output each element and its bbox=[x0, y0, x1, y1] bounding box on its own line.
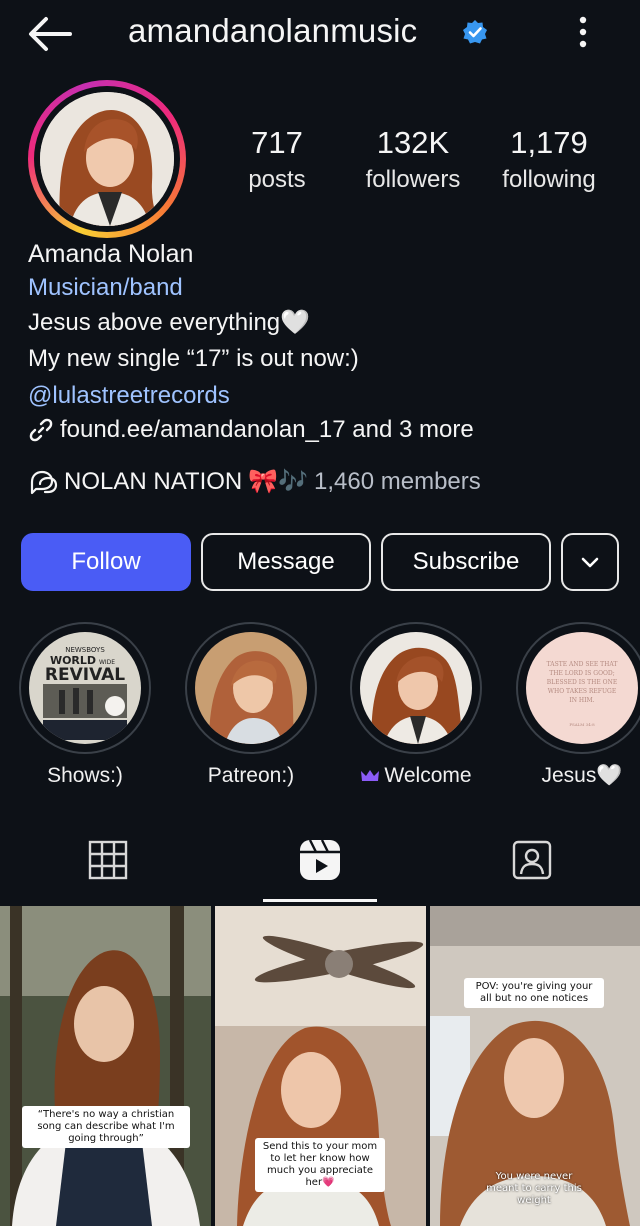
profile-display-name: Amanda Nolan bbox=[28, 240, 194, 268]
highlight-ring bbox=[350, 622, 482, 754]
reel-thumbnail[interactable]: Send this to your mom to let her know ho… bbox=[215, 906, 426, 1226]
reels-icon[interactable] bbox=[298, 838, 342, 882]
highlight-cover-verse: TASTE AND SEE THAT THE LORD IS GOOD; BLE… bbox=[526, 632, 638, 744]
reel-cover-forest bbox=[0, 906, 211, 1226]
highlight-welcome[interactable]: Welcome bbox=[349, 622, 483, 788]
follow-button[interactable]: Follow bbox=[21, 533, 191, 591]
highlight-label: Welcome bbox=[384, 764, 472, 787]
profile-avatar-story-ring[interactable] bbox=[28, 80, 186, 238]
reel-caption: Send this to your mom to let her know ho… bbox=[255, 1138, 385, 1192]
bio-line-2: My new single “17” is out now:) bbox=[28, 345, 359, 372]
reel-thumbnail[interactable]: POV: you're giving your all but no one n… bbox=[430, 906, 640, 1226]
poster-title-c: REVIVAL bbox=[45, 665, 125, 685]
reel-caption-bottom: You were never meant to carry this weigh… bbox=[486, 1171, 582, 1206]
highlight-ring bbox=[185, 622, 317, 754]
highlight-label: Shows:) bbox=[47, 764, 123, 787]
profile-category: Musician/band bbox=[28, 274, 183, 301]
crown-icon bbox=[361, 770, 380, 781]
avatar bbox=[40, 92, 174, 226]
highlight-patreon[interactable]: Patreon:) bbox=[184, 622, 318, 788]
avatar-ring-gap bbox=[34, 86, 180, 232]
highlight-label-row: Welcome bbox=[349, 764, 483, 788]
top-bar: amandanolanmusic bbox=[0, 0, 640, 66]
posts-value: 717 bbox=[251, 125, 303, 160]
bio-line-1: Jesus above everything🤍 bbox=[28, 308, 310, 337]
verse-reference: PSALM 34:8 bbox=[569, 722, 595, 727]
highlight-ring: NEWSBOYS WORLD WIDE REVIVAL bbox=[19, 622, 151, 754]
verified-badge-icon bbox=[463, 20, 487, 44]
broadcast-channel[interactable]: NOLAN NATION 🎀🎶 1,460 members bbox=[28, 467, 481, 496]
following-label: following bbox=[502, 166, 596, 193]
active-tab-indicator bbox=[263, 899, 377, 902]
white-heart-emoji: 🤍 bbox=[280, 309, 311, 336]
subscribe-button[interactable]: Subscribe bbox=[381, 533, 551, 591]
reel-caption: “There's no way a christian song can des… bbox=[22, 1106, 190, 1148]
highlight-ring: TASTE AND SEE THAT THE LORD IS GOOD; BLE… bbox=[516, 622, 640, 754]
chevron-down-icon bbox=[581, 557, 599, 568]
followers-value: 132K bbox=[376, 125, 450, 160]
followers-count[interactable]: 132K followers bbox=[355, 124, 471, 198]
suggested-accounts-button[interactable] bbox=[561, 533, 619, 591]
highlight-jesus[interactable]: TASTE AND SEE THAT THE LORD IS GOOD; BLE… bbox=[515, 622, 640, 788]
more-vertical-icon[interactable] bbox=[570, 14, 596, 50]
bio-mention-link[interactable]: @lulastreetrecords bbox=[28, 382, 230, 410]
highlight-label: Patreon:) bbox=[207, 764, 295, 787]
following-count[interactable]: 1,179 following bbox=[494, 124, 604, 198]
reel-thumbnail[interactable]: “There's no way a christian song can des… bbox=[0, 906, 211, 1226]
posts-label: posts bbox=[248, 166, 306, 193]
highlight-cover-portrait bbox=[195, 632, 307, 744]
bio-line-1-text: Jesus above everything bbox=[28, 309, 281, 336]
channel-emojis: 🎀🎶 bbox=[248, 468, 309, 495]
highlight-shows[interactable]: NEWSBOYS WORLD WIDE REVIVAL Shows:) bbox=[18, 622, 152, 788]
message-button[interactable]: Message bbox=[201, 533, 371, 591]
broadcast-channel-icon bbox=[30, 470, 58, 494]
following-value: 1,179 bbox=[510, 125, 588, 160]
poster-top-text: NEWSBOYS bbox=[65, 646, 105, 654]
bio-external-link[interactable]: found.ee/amandanolan_17 and 3 more bbox=[28, 416, 474, 444]
followers-label: followers bbox=[365, 166, 461, 193]
channel-members-count: 1,460 members bbox=[314, 467, 481, 495]
posts-count[interactable]: 717 posts bbox=[232, 124, 322, 198]
highlight-cover-poster: NEWSBOYS WORLD WIDE REVIVAL bbox=[29, 632, 141, 744]
verse-text: TASTE AND SEE THAT THE LORD IS GOOD; BLE… bbox=[546, 661, 618, 704]
tagged-user-icon[interactable] bbox=[510, 838, 554, 882]
grid-icon[interactable] bbox=[86, 838, 130, 882]
bio-link-text: found.ee/amandanolan_17 and 3 more bbox=[60, 416, 474, 443]
highlight-cover-selfie bbox=[360, 632, 472, 744]
profile-username: amandanolanmusic bbox=[128, 12, 418, 49]
highlight-label: Jesus🤍 bbox=[541, 764, 623, 787]
link-icon bbox=[29, 418, 53, 442]
back-arrow-icon[interactable] bbox=[26, 14, 74, 54]
channel-name: NOLAN NATION bbox=[64, 467, 243, 495]
reel-caption-top: POV: you're giving your all but no one n… bbox=[464, 978, 604, 1008]
